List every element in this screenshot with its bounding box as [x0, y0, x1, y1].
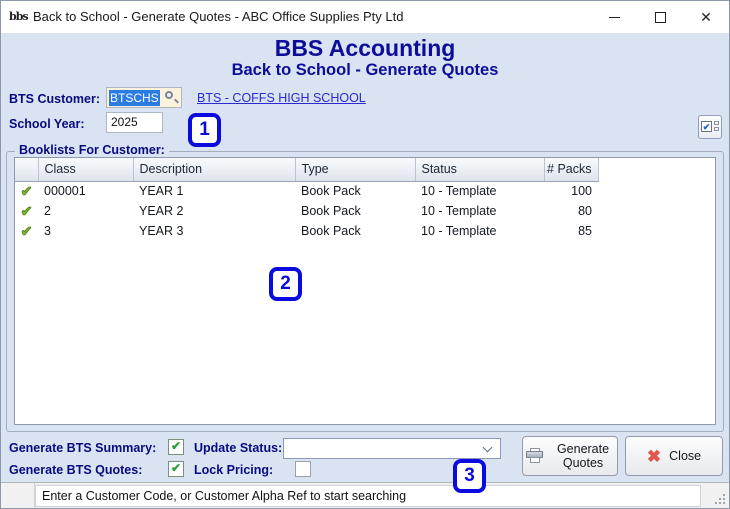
booklist-table-body: ✔ 000001 YEAR 1 Book Pack 10 - Template 100 ✔ 2…: [15, 181, 715, 241]
close-button-label: Close: [669, 449, 702, 463]
column-header-class[interactable]: Class: [38, 158, 134, 182]
annotation-marker-2: 2: [269, 267, 302, 301]
cell-filler: [598, 201, 715, 221]
generate-quotes-checkbox[interactable]: [168, 461, 184, 477]
generate-quotes-label: Generate BTS Quotes:: [9, 463, 143, 477]
cell-description: YEAR 3: [139, 224, 184, 238]
minimize-button[interactable]: [591, 1, 637, 33]
school-year-label: School Year:: [9, 117, 85, 131]
cell-status: 10 - Template: [421, 184, 497, 199]
lock-pricing-label: Lock Pricing:: [194, 463, 274, 477]
cell-packs: 80: [578, 204, 592, 218]
school-year-input[interactable]: 2025: [106, 112, 163, 133]
table-header-row: Class Description Type Status # Packs: [15, 158, 715, 182]
green-check-icon: ✔: [20, 182, 33, 199]
checkbox-list-icon: ✔: [701, 121, 719, 133]
generate-quotes-button[interactable]: Generate Quotes: [522, 436, 618, 476]
column-options-button[interactable]: ✔: [698, 115, 722, 139]
close-icon: ✕: [700, 9, 712, 25]
maximize-button[interactable]: [637, 1, 683, 33]
close-button[interactable]: ✖ Close: [625, 436, 723, 476]
column-header-status[interactable]: Status: [415, 158, 545, 182]
chevron-down-icon: [482, 442, 493, 453]
cell-type: Book Pack: [301, 224, 361, 238]
column-header-type[interactable]: Type: [295, 158, 416, 182]
update-status-label: Update Status:: [194, 441, 283, 455]
green-check-icon: ✔: [20, 222, 33, 239]
minimize-icon: [608, 16, 620, 18]
status-message: Enter a Customer Code, or Customer Alpha…: [35, 485, 701, 507]
title-bar: bbs Back to School - Generate Quotes - A…: [1, 1, 729, 33]
cell-packs: 100: [571, 184, 592, 199]
generate-summary-label: Generate BTS Summary:: [9, 441, 157, 455]
lock-pricing-checkbox[interactable]: [295, 461, 311, 477]
booklist-table: Class Description Type Status # Packs ✔ 0…: [14, 157, 716, 425]
page-title: BBS Accounting: [274, 35, 456, 61]
annotation-marker-1: 1: [188, 113, 221, 147]
printer-icon: [526, 448, 544, 464]
app-window: bbs Back to School - Generate Quotes - A…: [0, 0, 730, 509]
annotation-marker-3: 3: [453, 459, 486, 493]
row-select-cell: ✔: [15, 181, 38, 201]
column-header-packs[interactable]: # Packs: [544, 158, 599, 182]
cell-class: 3: [44, 224, 51, 238]
column-header-select[interactable]: [15, 158, 39, 182]
table-row[interactable]: ✔ 2 YEAR 2 Book Pack 10 - Template 80: [15, 201, 715, 221]
table-row[interactable]: ✔ 000001 YEAR 1 Book Pack 10 - Template 100: [15, 181, 715, 201]
cell-description: YEAR 1: [139, 184, 184, 199]
cell-type: Book Pack: [301, 184, 361, 199]
booklists-groupbox: Booklists For Customer: Class Descriptio…: [6, 143, 724, 432]
cell-class: 000001: [44, 184, 86, 199]
cell-filler: [598, 181, 715, 201]
row-select-cell: ✔: [15, 201, 38, 221]
generate-quotes-button-label: Generate Quotes: [556, 442, 610, 470]
maximize-icon: [654, 11, 666, 23]
table-row[interactable]: ✔ 3 YEAR 3 Book Pack 10 - Template 85: [15, 221, 715, 241]
customer-name-link[interactable]: BTS - COFFS HIGH SCHOOL: [197, 91, 366, 105]
row-select-cell: ✔: [15, 221, 38, 241]
green-check-icon: ✔: [20, 202, 33, 219]
cell-status: 10 - Template: [421, 224, 497, 238]
close-window-button[interactable]: ✕: [683, 1, 729, 33]
cell-description: YEAR 2: [139, 204, 184, 218]
window-title: Back to School - Generate Quotes - ABC O…: [33, 9, 404, 24]
column-header-description[interactable]: Description: [133, 158, 296, 182]
bts-customer-input[interactable]: BTSCHS: [106, 87, 182, 108]
resize-grip[interactable]: [723, 502, 725, 504]
bts-customer-value: BTSCHS: [109, 89, 160, 106]
app-logo-icon: bbs: [9, 10, 29, 23]
generate-summary-checkbox[interactable]: [168, 439, 184, 455]
search-icon: [164, 91, 179, 104]
page-subtitle: Back to School - Generate Quotes: [231, 61, 499, 79]
red-x-icon: ✖: [646, 446, 662, 466]
bts-customer-label: BTS Customer:: [9, 92, 100, 106]
status-bar: Enter a Customer Code, or Customer Alpha…: [1, 482, 729, 508]
cell-class: 2: [44, 204, 51, 218]
update-status-dropdown[interactable]: [283, 438, 501, 459]
customer-lookup-button[interactable]: [161, 88, 181, 107]
cell-status: 10 - Template: [421, 204, 497, 218]
cell-packs: 85: [578, 224, 592, 238]
booklists-group-label: Booklists For Customer:: [15, 143, 169, 157]
cell-filler: [598, 221, 715, 241]
column-header-filler: [598, 158, 715, 181]
cell-type: Book Pack: [301, 204, 361, 218]
status-bar-left-panel: [1, 483, 35, 508]
